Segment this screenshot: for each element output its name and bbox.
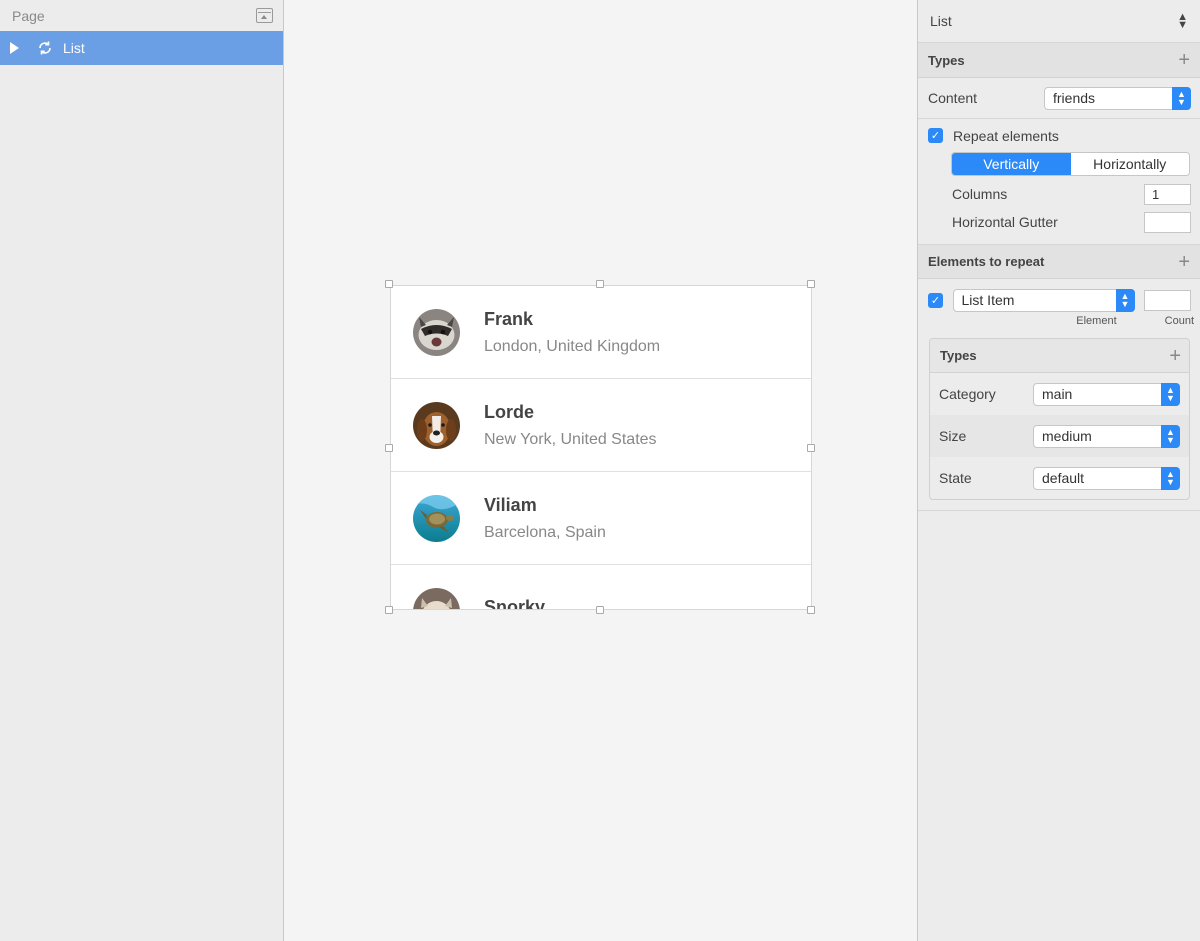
avatar bbox=[413, 401, 460, 449]
list-item[interactable]: Frank London, United Kingdom bbox=[391, 286, 811, 379]
add-element-type-icon[interactable]: + bbox=[1169, 346, 1181, 366]
gutter-label: Horizontal Gutter bbox=[952, 214, 1058, 230]
element-captions: Element Count bbox=[918, 312, 1200, 330]
symbol-refresh-icon bbox=[39, 41, 51, 55]
select-arrow-icon: ▲ ▼ bbox=[1172, 86, 1191, 110]
resize-handle-nw[interactable] bbox=[385, 280, 393, 288]
item-location: London, United Kingdom bbox=[484, 337, 661, 355]
add-element-icon[interactable]: + bbox=[1178, 252, 1190, 272]
category-label: Category bbox=[939, 386, 996, 402]
count-caption: Count bbox=[1164, 315, 1194, 327]
list-artboard[interactable]: Frank London, United Kingdom Lorde New Y… bbox=[390, 285, 812, 610]
item-name: Snorky bbox=[484, 596, 546, 610]
resize-handle-n[interactable] bbox=[596, 280, 604, 288]
size-select[interactable]: medium ▲ ▼ bbox=[1033, 424, 1180, 448]
element-types-box: Types + Category main ▲ ▼ Size medium ▲ ▼ … bbox=[929, 338, 1190, 500]
size-label: Size bbox=[939, 428, 967, 444]
resize-handle-sw[interactable] bbox=[385, 606, 393, 614]
category-row: Category main ▲ ▼ bbox=[930, 373, 1189, 415]
resize-handle-se[interactable] bbox=[807, 606, 815, 614]
state-value: default bbox=[1042, 470, 1085, 486]
count-input[interactable] bbox=[1144, 289, 1191, 311]
symbol-name: List bbox=[930, 13, 952, 29]
select-arrow-icon: ▲ ▼ bbox=[1161, 382, 1180, 406]
item-name: Frank bbox=[484, 308, 534, 329]
inspector-panel: List ▲ ▼ Types + Content friends ▲ ▼ ✓ Rep… bbox=[917, 0, 1200, 941]
resize-handle-e[interactable] bbox=[807, 444, 815, 452]
resize-handle-w[interactable] bbox=[385, 444, 393, 452]
item-name: Viliam bbox=[484, 494, 537, 515]
repeat-label: Repeat elements bbox=[953, 127, 1059, 144]
state-row: State default ▲ ▼ bbox=[930, 457, 1189, 499]
layer-row-list[interactable]: List bbox=[0, 31, 283, 65]
list-item[interactable]: Viliam Barcelona, Spain bbox=[391, 472, 811, 565]
avatar bbox=[413, 308, 460, 356]
elements-section-header: Elements to repeat + bbox=[918, 245, 1200, 279]
list-item[interactable]: Snorky bbox=[391, 565, 811, 610]
content-value: friends bbox=[1053, 90, 1096, 106]
select-arrow-icon: ▲ ▼ bbox=[1115, 288, 1135, 312]
add-type-icon[interactable]: + bbox=[1178, 50, 1190, 70]
direction-segmented-control[interactable]: Vertically Horizontally bbox=[951, 152, 1190, 176]
content-row: Content friends ▲ ▼ bbox=[918, 78, 1200, 119]
symbol-selector[interactable]: List ▲ ▼ bbox=[918, 0, 1200, 43]
columns-row: Columns 1 bbox=[918, 180, 1200, 208]
elements-title: Elements to repeat bbox=[928, 254, 1045, 269]
collapse-panel-icon[interactable] bbox=[256, 8, 273, 23]
size-row: Size medium ▲ ▼ bbox=[930, 415, 1189, 457]
up-down-chevron-icon[interactable]: ▲ ▼ bbox=[1177, 12, 1188, 31]
element-select[interactable]: List Item ▲ ▼ bbox=[952, 288, 1135, 312]
disclosure-triangle-icon[interactable] bbox=[10, 42, 19, 54]
direction-vertically-option[interactable]: Vertically bbox=[952, 153, 1071, 175]
item-location: Barcelona, Spain bbox=[484, 523, 606, 541]
select-arrow-icon: ▲ ▼ bbox=[1161, 424, 1180, 448]
item-name: Lorde bbox=[484, 401, 535, 422]
resize-handle-ne[interactable] bbox=[807, 280, 815, 288]
repeat-checkbox[interactable]: ✓ bbox=[928, 128, 943, 143]
element-types-header: Types + bbox=[930, 339, 1189, 373]
content-label: Content bbox=[928, 90, 978, 106]
layers-panel: Page List bbox=[0, 0, 284, 941]
content-select[interactable]: friends ▲ ▼ bbox=[1044, 86, 1191, 110]
types-section-header: Types + bbox=[918, 43, 1200, 78]
avatar bbox=[413, 494, 460, 542]
direction-horizontally-option[interactable]: Horizontally bbox=[1070, 153, 1189, 175]
element-checkbox[interactable]: ✓ bbox=[928, 292, 943, 308]
types-title: Types bbox=[928, 52, 965, 68]
state-select[interactable]: default ▲ ▼ bbox=[1033, 466, 1180, 490]
layers-header: Page bbox=[0, 0, 283, 31]
layer-label: List bbox=[63, 40, 85, 56]
columns-input[interactable]: 1 bbox=[1144, 183, 1191, 205]
category-value: main bbox=[1042, 386, 1073, 402]
element-caption: Element bbox=[1076, 315, 1117, 327]
gutter-row: Horizontal Gutter bbox=[918, 208, 1200, 236]
item-location: New York, United States bbox=[484, 430, 657, 448]
canvas[interactable]: Frank London, United Kingdom Lorde New Y… bbox=[284, 0, 917, 941]
size-value: medium bbox=[1042, 428, 1092, 444]
repeat-row: ✓ Repeat elements bbox=[918, 127, 1200, 144]
resize-handle-s[interactable] bbox=[596, 606, 604, 614]
repeat-group: ✓ Repeat elements Vertically Horizontall… bbox=[918, 119, 1200, 245]
element-value: List Item bbox=[961, 292, 1015, 308]
page-label: Page bbox=[12, 7, 45, 24]
element-row: ✓ List Item ▲ ▼ bbox=[918, 288, 1200, 312]
state-label: State bbox=[939, 470, 972, 486]
gutter-input[interactable] bbox=[1144, 211, 1191, 233]
select-arrow-icon: ▲ ▼ bbox=[1161, 466, 1180, 490]
columns-label: Columns bbox=[952, 186, 1008, 202]
category-select[interactable]: main ▲ ▼ bbox=[1033, 382, 1180, 406]
list-item[interactable]: Lorde New York, United States bbox=[391, 379, 811, 472]
element-types-title: Types bbox=[940, 348, 977, 363]
elements-group: ✓ List Item ▲ ▼ Element Count Types + Cat… bbox=[918, 279, 1200, 511]
avatar bbox=[413, 587, 460, 609]
